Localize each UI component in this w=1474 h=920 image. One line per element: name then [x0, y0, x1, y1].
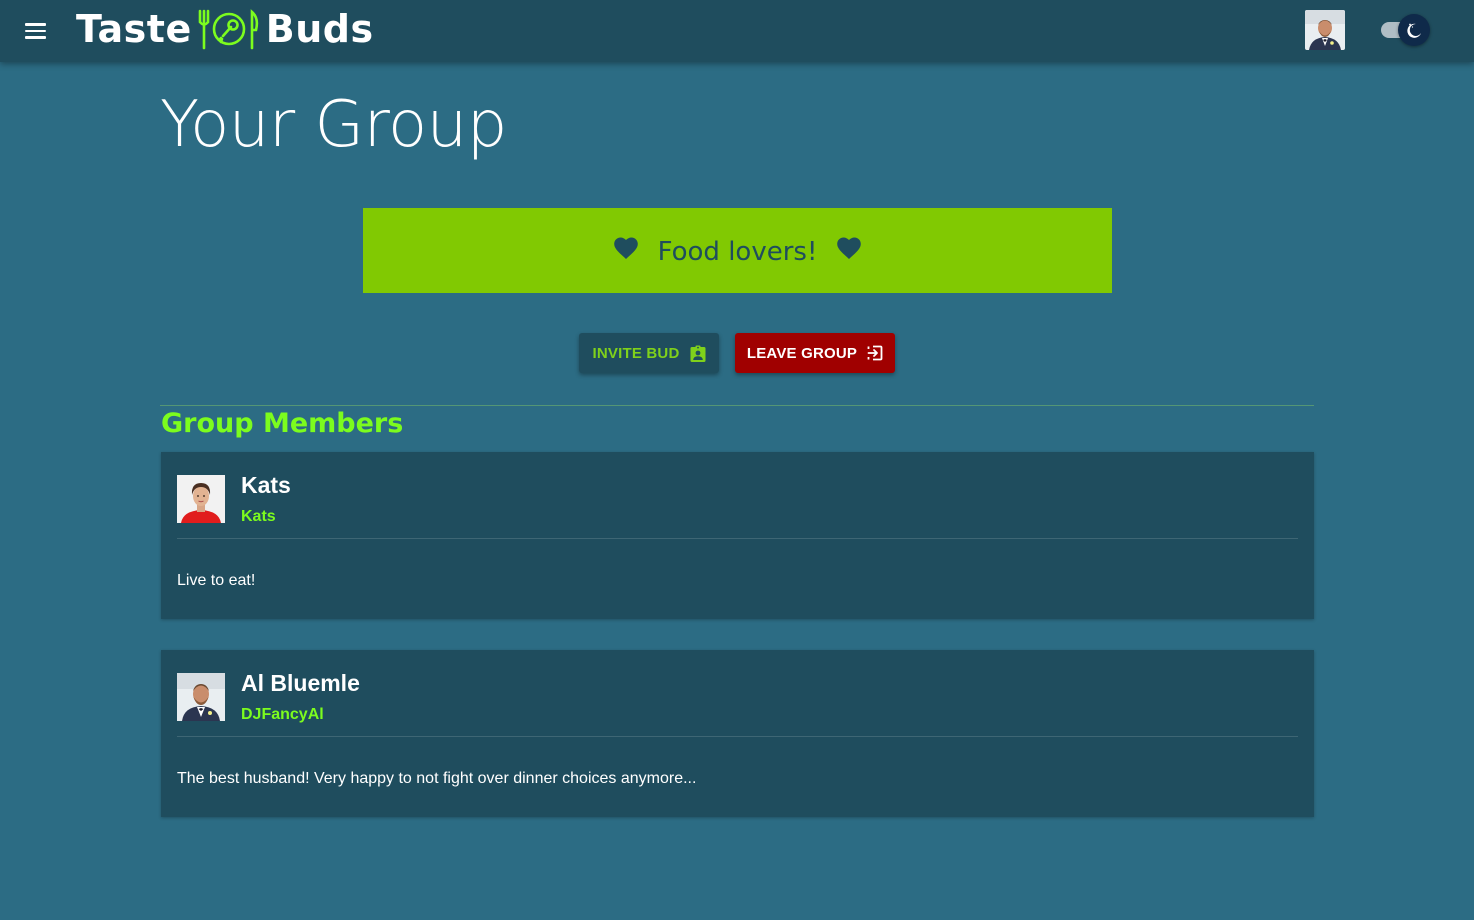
member-avatar — [177, 475, 225, 523]
leave-group-label: LEAVE GROUP — [746, 344, 858, 362]
leave-group-button[interactable]: LEAVE GROUP — [735, 333, 895, 373]
exit-icon — [867, 345, 883, 361]
logo-text-buds: Buds — [265, 7, 374, 51]
logo-text-taste: Taste — [76, 7, 192, 51]
user-avatar[interactable] — [1305, 10, 1345, 50]
heart-icon — [837, 237, 862, 259]
card-divider — [177, 736, 1298, 737]
group-name: Food lovers! — [657, 236, 818, 267]
app-logo[interactable]: Taste Buds — [76, 6, 374, 52]
heart-icon — [613, 237, 638, 259]
member-name: Al Bluemle — [241, 670, 360, 696]
member-card: Kats Kats Live to eat! — [161, 452, 1314, 619]
member-bio: Live to eat! — [177, 572, 256, 589]
invite-bud-label: INVITE BUD — [592, 344, 680, 362]
member-username[interactable]: Kats — [241, 508, 276, 526]
member-name: Kats — [241, 472, 291, 498]
group-members-heading: Group Members — [161, 408, 404, 439]
app-bar: Taste Buds — [0, 0, 1474, 62]
member-card: Al Bluemle DJFancyAl The best husband! V… — [161, 650, 1314, 817]
invite-bud-button[interactable]: INVITE BUD — [579, 333, 719, 373]
member-bio: The best husband! Very happy to not figh… — [177, 770, 697, 787]
avatar-photo — [1305, 10, 1345, 50]
card-divider — [177, 538, 1298, 539]
moon-icon — [1398, 14, 1430, 46]
member-username[interactable]: DJFancyAl — [241, 706, 324, 724]
theme-toggle[interactable] — [1378, 14, 1430, 46]
page-title: Your Group — [160, 88, 507, 162]
fork-plate-knife-icon — [198, 9, 258, 50]
hamburger-menu-icon[interactable] — [22, 18, 50, 44]
member-avatar — [177, 673, 225, 721]
group-name-banner: Food lovers! — [363, 208, 1112, 293]
assignment-ind-icon — [690, 345, 705, 362]
